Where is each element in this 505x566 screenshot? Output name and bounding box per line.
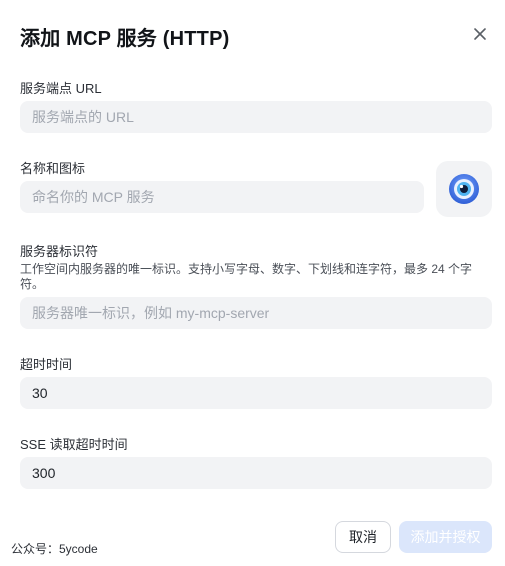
name-input[interactable]	[20, 181, 424, 213]
add-and-authorize-button[interactable]: 添加并授权	[399, 521, 492, 553]
footer-note: 公众号：5ycode	[11, 542, 98, 556]
identifier-input[interactable]	[20, 297, 492, 329]
identifier-hint: 工作空间内服务器的唯一标识。支持小写字母、数字、下划线和连字符，最多 24 个字…	[20, 262, 473, 291]
url-input[interactable]	[20, 101, 492, 133]
dialog-title: 添加 MCP 服务 (HTTP)	[20, 28, 230, 50]
timeout-input[interactable]	[20, 377, 492, 409]
timeout-label: 超时时间	[20, 357, 73, 372]
url-label: 服务端点 URL	[20, 81, 102, 96]
sse-timeout-input[interactable]	[20, 457, 492, 489]
add-mcp-dialog: 添加 MCP 服务 (HTTP) 服务端点 URL 名称和图标 服务器标识符	[0, 0, 505, 566]
close-icon[interactable]	[470, 24, 490, 44]
icon-picker-button[interactable]	[436, 161, 492, 217]
identifier-label: 服务器标识符	[20, 244, 99, 259]
eye-icon	[449, 174, 479, 204]
sse-timeout-label: SSE 读取超时时间	[20, 437, 128, 452]
name-label: 名称和图标	[20, 161, 86, 176]
cancel-button[interactable]: 取消	[335, 521, 391, 553]
